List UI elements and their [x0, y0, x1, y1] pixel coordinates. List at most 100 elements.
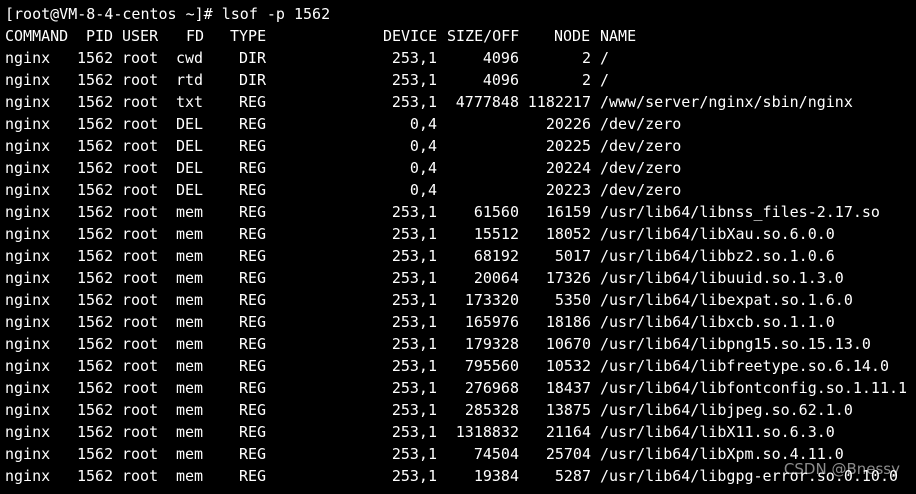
row-type: REG: [239, 445, 267, 463]
row-pid: 1562: [77, 269, 114, 287]
row-node: 2: [581, 71, 591, 89]
row-size-off: 4096: [482, 71, 519, 89]
row-type: REG: [239, 401, 267, 419]
row-name: /www/server/nginx/sbin/nginx: [600, 93, 853, 111]
row-type: REG: [239, 93, 267, 111]
table-row: nginx 1562 root cwd DIR 253,1 4096 2 /: [0, 47, 916, 69]
row-type: REG: [239, 247, 267, 265]
row-pid: 1562: [77, 137, 114, 155]
table-row: nginx 1562 root mem REG 253,1 795560 10532/usr/…: [0, 355, 916, 377]
row-command: nginx: [5, 335, 51, 353]
row-name: /usr/lib64/libfreetype.so.6.14.0: [600, 357, 889, 375]
row-fd: mem: [176, 335, 204, 353]
row-name: /usr/lib64/libxcb.so.1.1.0: [600, 313, 835, 331]
row-size-off: 74504: [473, 445, 519, 463]
row-name: /usr/lib64/libXau.so.6.0.0: [600, 225, 835, 243]
row-type: REG: [239, 335, 267, 353]
row-user: root: [122, 137, 159, 155]
row-command: nginx: [5, 93, 51, 111]
table-row: nginx 1562 root mem REG 253,1 173320 5350/usr/l…: [0, 289, 916, 311]
row-fd: cwd: [176, 49, 204, 67]
row-user: root: [122, 93, 159, 111]
row-fd: mem: [176, 313, 204, 331]
row-command: nginx: [5, 445, 51, 463]
row-command: nginx: [5, 247, 51, 265]
row-size-off: 61560: [473, 203, 519, 221]
table-row: nginx 1562 root mem REG 253,1 20064 17326/usr/l…: [0, 267, 916, 289]
row-pid: 1562: [77, 203, 114, 221]
table-row: nginx 1562 root mem REG 253,1 165976 18186/usr/…: [0, 311, 916, 333]
table-row: nginx 1562 root DEL REG 0,4 20226/dev/zero: [0, 113, 916, 135]
row-type: REG: [239, 357, 267, 375]
table-row: nginx 1562 root mem REG 253,1 1318832 21164/usr…: [0, 421, 916, 443]
table-row: nginx 1562 root mem REG 253,1 276968 18437/usr/…: [0, 377, 916, 399]
row-device: 253,1: [391, 93, 437, 111]
row-name: /usr/lib64/libuuid.so.1.3.0: [600, 269, 844, 287]
row-user: root: [122, 159, 159, 177]
row-command: nginx: [5, 313, 51, 331]
row-type: REG: [239, 379, 267, 397]
row-fd: mem: [176, 269, 204, 287]
row-device: 253,1: [391, 247, 437, 265]
row-user: root: [122, 181, 159, 199]
row-user: root: [122, 269, 159, 287]
row-device: 253,1: [391, 225, 437, 243]
row-node: 1182217: [527, 93, 591, 111]
row-user: root: [122, 313, 159, 331]
table-row: nginx 1562 root rtd DIR 253,1 4096 2 /: [0, 69, 916, 91]
row-name: /usr/lib64/libjpeg.so.62.1.0: [600, 401, 853, 419]
row-command: nginx: [5, 115, 51, 133]
row-pid: 1562: [77, 49, 114, 67]
row-size-off: 4096: [482, 49, 519, 67]
row-node: 13875: [545, 401, 591, 419]
row-user: root: [122, 379, 159, 397]
row-device: 253,1: [391, 423, 437, 441]
row-device: 0,4: [409, 159, 437, 177]
row-size-off: 795560: [464, 357, 519, 375]
row-device: 0,4: [409, 115, 437, 133]
row-user: root: [122, 357, 159, 375]
row-pid: 1562: [77, 247, 114, 265]
row-type: REG: [239, 225, 267, 243]
row-node: 5287: [554, 467, 591, 485]
terminal-window[interactable]: [root@VM-8-4-centos ~]# lsof -p 1562 COM…: [0, 0, 916, 494]
row-fd: mem: [176, 247, 204, 265]
row-fd: mem: [176, 357, 204, 375]
row-pid: 1562: [77, 445, 114, 463]
row-node: 25704: [545, 445, 591, 463]
row-command: nginx: [5, 203, 51, 221]
row-device: 253,1: [391, 445, 437, 463]
row-pid: 1562: [77, 313, 114, 331]
row-size-off: 4777848: [455, 93, 519, 111]
row-name: /usr/lib64/libexpat.so.1.6.0: [600, 291, 853, 309]
row-node: 16159: [545, 203, 591, 221]
row-node: 18052: [545, 225, 591, 243]
row-fd: mem: [176, 423, 204, 441]
row-fd: mem: [176, 379, 204, 397]
row-size-off: 165976: [464, 313, 519, 331]
row-type: REG: [239, 269, 267, 287]
row-fd: mem: [176, 291, 204, 309]
row-device: 253,1: [391, 379, 437, 397]
row-node: 18437: [545, 379, 591, 397]
row-fd: DEL: [176, 159, 204, 177]
header-command: COMMAND: [5, 27, 69, 45]
row-size-off: 68192: [473, 247, 519, 265]
header-user: USER: [122, 27, 159, 45]
row-name: /usr/lib64/libfontconfig.so.1.11.1: [600, 379, 908, 397]
row-pid: 1562: [77, 401, 114, 419]
row-pid: 1562: [77, 93, 114, 111]
row-device: 253,1: [391, 49, 437, 67]
row-user: root: [122, 203, 159, 221]
row-name: /: [600, 71, 610, 89]
row-fd: mem: [176, 467, 204, 485]
row-user: root: [122, 71, 159, 89]
table-header: COMMAND PID USER FD TYPE DEVICE SIZE/OFF…: [0, 25, 916, 47]
header-fd: FD: [186, 27, 205, 45]
command-prompt-line: [root@VM-8-4-centos ~]# lsof -p 1562: [0, 3, 916, 25]
row-user: root: [122, 335, 159, 353]
header-pid: PID: [86, 27, 114, 45]
watermark: CSDN @Bnessy: [783, 460, 900, 478]
row-fd: DEL: [176, 137, 204, 155]
row-pid: 1562: [77, 225, 114, 243]
